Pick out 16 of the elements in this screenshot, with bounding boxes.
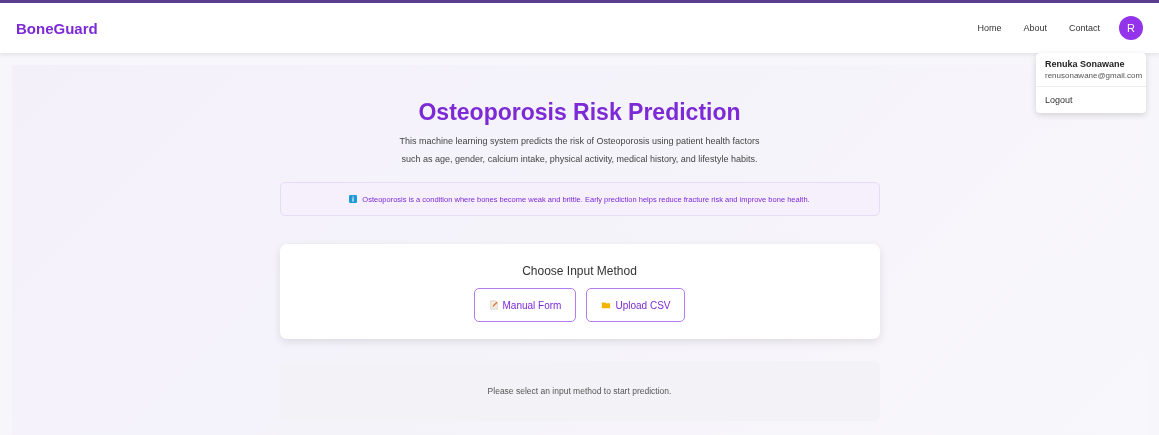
card-title: Choose Input Method [522, 264, 637, 278]
brand-logo[interactable]: BoneGuard [16, 19, 98, 37]
nav-link[interactable]: Home [977, 23, 1002, 33]
user-name: Renuka Sonawane [1044, 58, 1126, 69]
folder-icon [601, 300, 612, 310]
description: This machine learning system predicts the risk of Osteoporosis using patient health factors such as age, gender, calcium intake, physical activity, medical history, and lifestyle habits. [399, 135, 760, 166]
nav-link[interactable]: Contact [1068, 23, 1100, 33]
memo-icon [488, 300, 499, 310]
menu-item[interactable]: Logout [1036, 87, 1146, 113]
info-icon [349, 195, 358, 203]
avatar-button[interactable]: R [1119, 16, 1143, 40]
page-title: Osteoporosis Risk Prediction [418, 99, 741, 126]
manual-form-button[interactable]: Manual Form [473, 288, 577, 322]
placeholder-text: Please select an input method to start prediction. [487, 386, 672, 396]
nav-link[interactable]: About [1023, 23, 1047, 33]
upload-csv-button[interactable]: Upload CSV [586, 288, 686, 322]
